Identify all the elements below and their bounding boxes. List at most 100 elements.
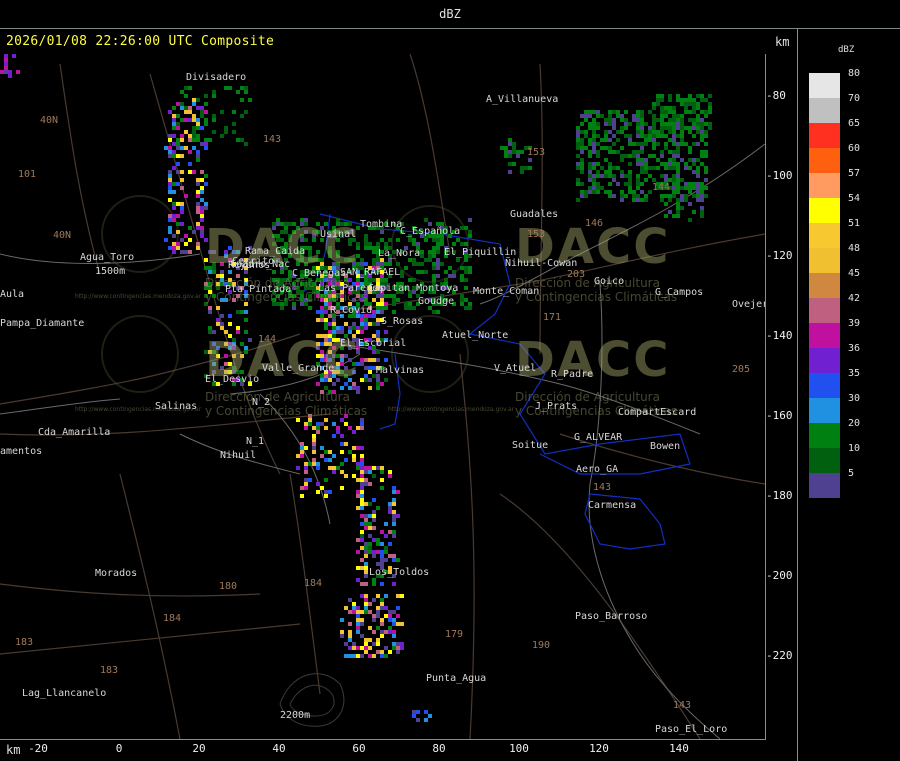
echo-pixel: [700, 194, 704, 198]
route-number: 144: [258, 334, 277, 345]
echo-pixel: [600, 174, 604, 178]
echo-pixel: [360, 502, 364, 506]
echo-pixel: [360, 258, 364, 262]
echo-pixel: [392, 490, 396, 494]
echo-pixel: [432, 246, 436, 250]
echo-pixel: [648, 138, 652, 142]
echo-pixel: [416, 718, 420, 722]
echo-pixel: [172, 234, 176, 238]
echo-pixel: [680, 194, 684, 198]
echo-pixel: [368, 526, 372, 530]
echo-pixel: [364, 610, 368, 614]
echo-pixel: [232, 122, 236, 126]
echo-pixel: [704, 154, 708, 158]
echo-pixel: [360, 498, 364, 502]
echo-pixel: [380, 230, 384, 234]
echo-pixel: [196, 118, 200, 122]
echo-pixel: [4, 54, 8, 58]
echo-pixel: [332, 470, 336, 474]
echo-pixel: [396, 642, 400, 646]
echo-pixel: [364, 638, 368, 642]
legend-value: 30: [848, 393, 861, 404]
echo-pixel: [644, 122, 648, 126]
echo-pixel: [296, 418, 300, 422]
echo-pixel: [364, 602, 368, 606]
echo-pixel: [672, 178, 676, 182]
echo-pixel: [368, 358, 372, 362]
echo-pixel: [580, 138, 584, 142]
echo-pixel: [396, 606, 400, 610]
echo-pixel: [324, 318, 328, 322]
echo-pixel: [608, 150, 612, 154]
echo-pixel: [596, 126, 600, 130]
echo-pixel: [316, 318, 320, 322]
legend-swatch: [809, 273, 840, 298]
echo-pixel: [504, 146, 508, 150]
echo-pixel: [328, 490, 332, 494]
echo-pixel: [592, 110, 596, 114]
echo-pixel: [604, 174, 608, 178]
echo-pixel: [412, 714, 416, 718]
echo-pixel: [376, 318, 380, 322]
route-number: 184: [163, 613, 182, 624]
echo-pixel: [376, 642, 380, 646]
echo-pixel: [624, 174, 628, 178]
echo-pixel: [636, 126, 640, 130]
echo-pixel: [344, 322, 348, 326]
echo-pixel: [368, 602, 372, 606]
echo-pixel: [432, 250, 436, 254]
echo-pixel: [416, 262, 420, 266]
echo-pixel: [640, 126, 644, 130]
echo-pixel: [324, 458, 328, 462]
route-number: 143: [673, 700, 692, 711]
echo-pixel: [384, 534, 388, 538]
echo-pixel: [360, 522, 364, 526]
echo-pixel: [212, 114, 216, 118]
echo-pixel: [180, 106, 184, 110]
echo-pixel: [360, 514, 364, 518]
echo-pixel: [356, 626, 360, 630]
echo-pixel: [176, 146, 180, 150]
echo-pixel: [652, 122, 656, 126]
echo-pixel: [392, 558, 396, 562]
echo-pixel: [320, 446, 324, 450]
echo-pixel: [336, 426, 340, 430]
echo-pixel: [460, 294, 464, 298]
echo-pixel: [192, 118, 196, 122]
legend-value: 70: [848, 93, 861, 104]
echo-pixel: [172, 126, 176, 130]
echo-pixel: [388, 506, 392, 510]
y-tick-label: -140: [766, 329, 793, 342]
echo-pixel: [596, 110, 600, 114]
echo-pixel: [632, 154, 636, 158]
echo-pixel: [644, 194, 648, 198]
echo-pixel: [672, 142, 676, 146]
echo-pixel: [584, 130, 588, 134]
echo-pixel: [360, 262, 364, 266]
echo-pixel: [196, 154, 200, 158]
echo-pixel: [664, 166, 668, 170]
echo-pixel: [172, 122, 176, 126]
echo-pixel: [640, 118, 644, 122]
echo-pixel: [680, 206, 684, 210]
echo-pixel: [588, 114, 592, 118]
legend-title: dBZ: [838, 45, 855, 55]
echo-pixel: [700, 186, 704, 190]
echo-pixel: [524, 166, 528, 170]
echo-pixel: [372, 618, 376, 622]
echo-pixel: [692, 186, 696, 190]
echo-pixel: [592, 190, 596, 194]
echo-pixel: [188, 226, 192, 230]
echo-pixel: [520, 150, 524, 154]
echo-pixel: [304, 446, 308, 450]
place-label: V_Atuel: [494, 363, 537, 374]
echo-pixel: [184, 106, 188, 110]
echo-pixel: [636, 142, 640, 146]
echo-pixel: [12, 54, 16, 58]
radar-map[interactable]: DACC DACC DACC DACC Dirección de Agricul…: [0, 54, 766, 740]
echo-pixel: [608, 130, 612, 134]
echo-pixel: [372, 614, 376, 618]
echo-pixel: [220, 326, 224, 330]
echo-pixel: [636, 182, 640, 186]
echo-pixel: [352, 642, 356, 646]
